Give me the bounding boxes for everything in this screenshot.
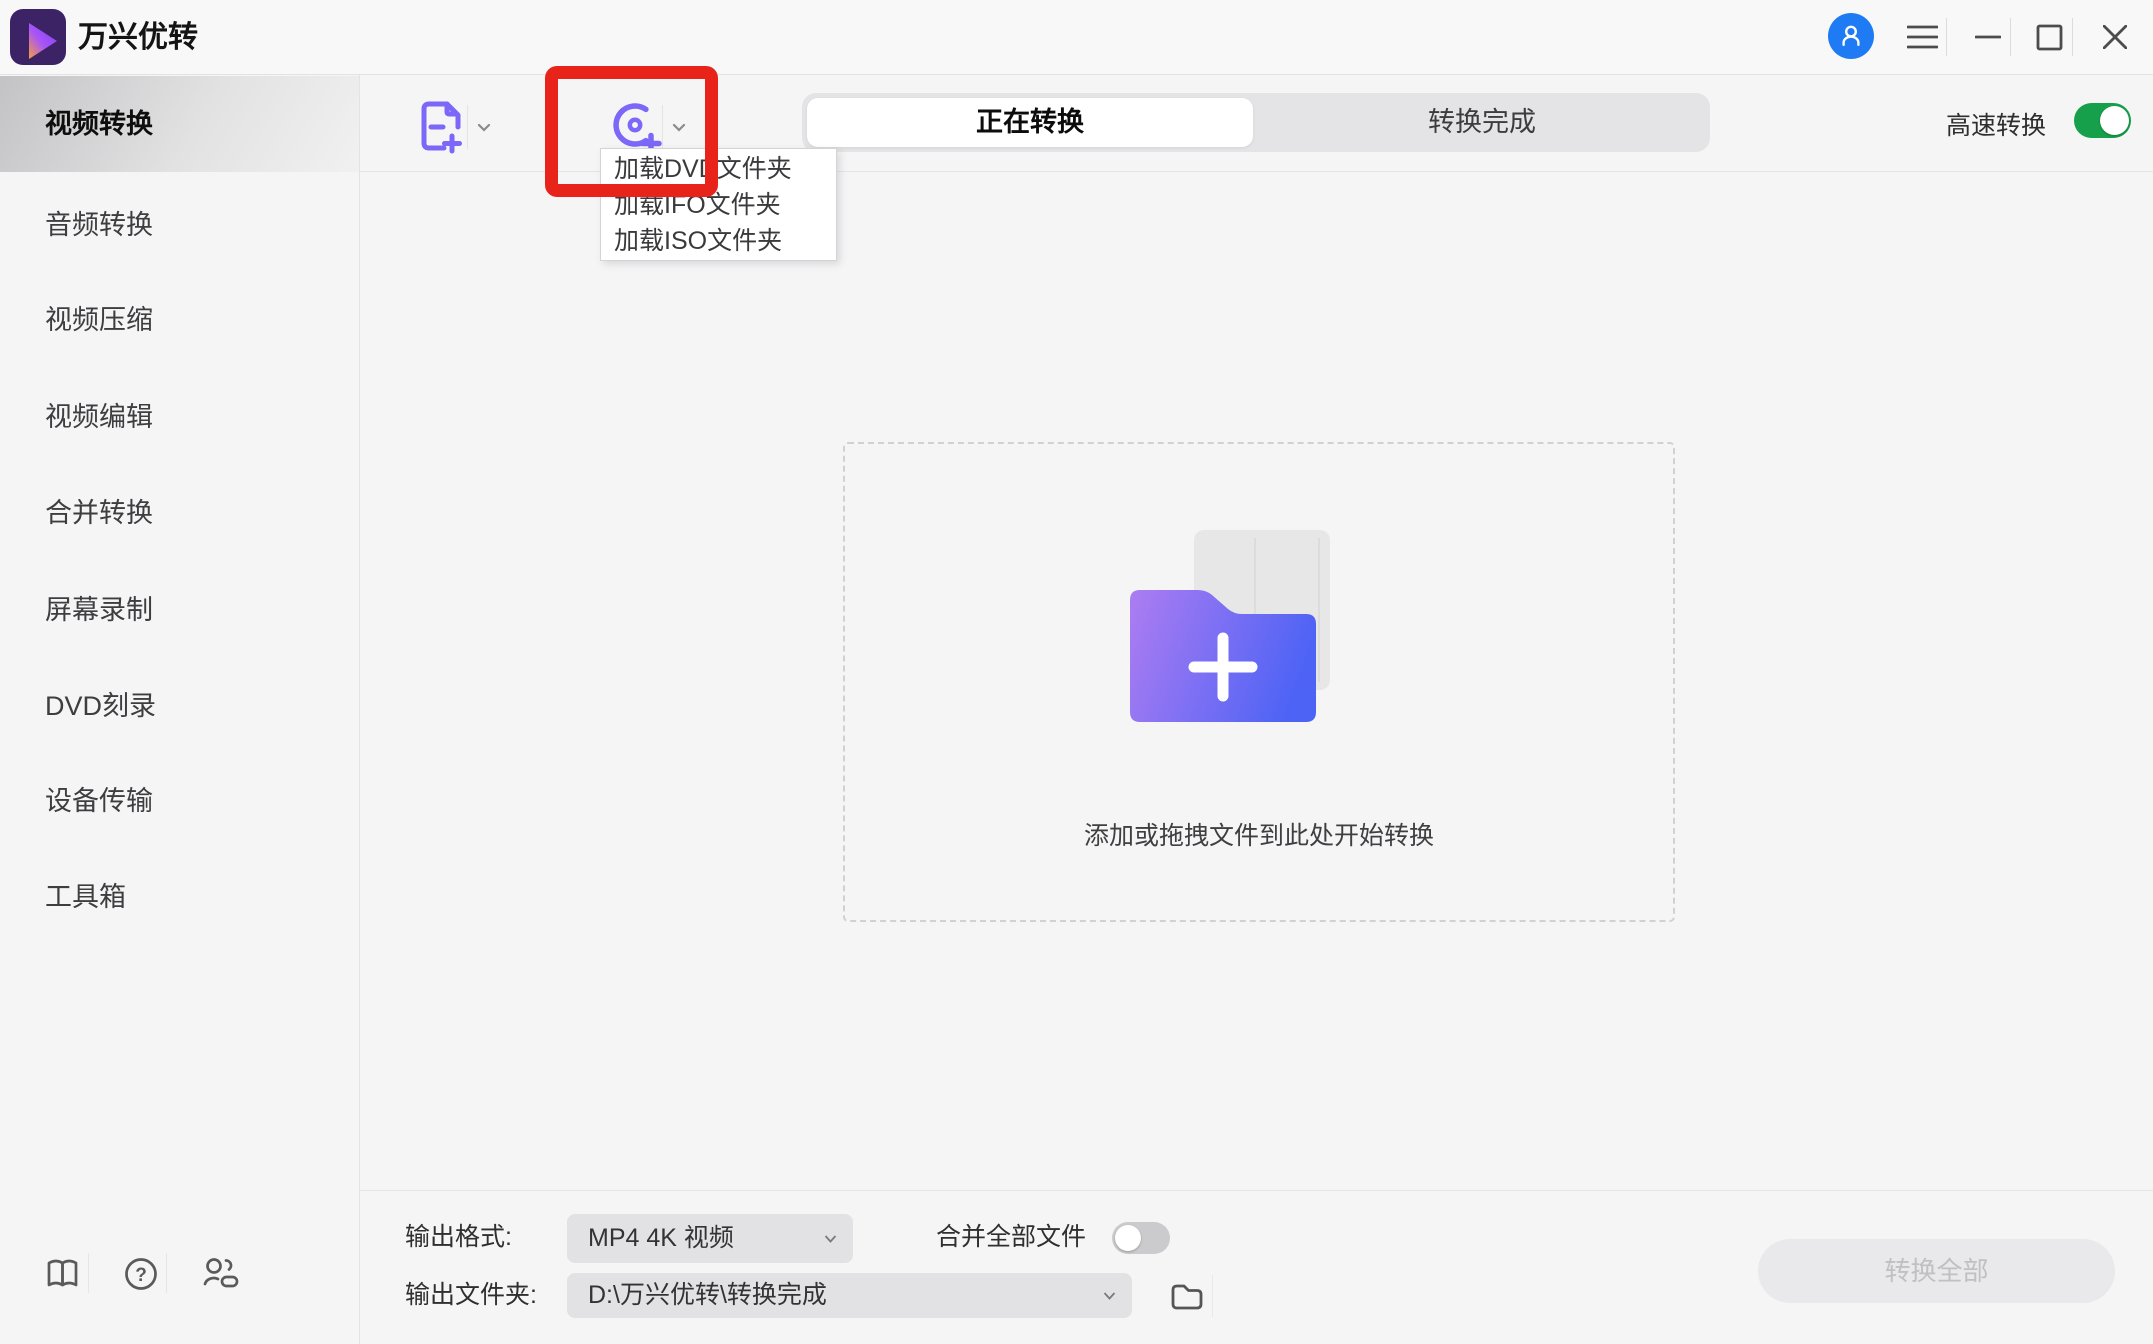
sidebar-item-screen-record[interactable]: 屏幕录制 [0, 588, 359, 632]
sidebar-item-device-transfer[interactable]: 设备传输 [0, 779, 359, 823]
menu-item-load-ifo-folder[interactable]: 加载IFO文件夹 [601, 187, 836, 223]
load-dvd-dropdown-menu: 加载DVD文件夹 加载IFO文件夹 加载ISO文件夹 [600, 148, 837, 261]
menu-item-load-dvd-folder[interactable]: 加载DVD文件夹 [601, 151, 836, 187]
sidebar-item-video-convert[interactable]: 视频转换 [0, 76, 359, 172]
footer-separator [88, 1253, 89, 1293]
close-button[interactable] [2093, 14, 2137, 60]
footer-separator [166, 1253, 167, 1293]
output-folder-label: 输出文件夹: [405, 1275, 537, 1311]
output-format-select[interactable]: MP4 4K 视频 [567, 1214, 853, 1263]
sidebar-item-video-compress[interactable]: 视频压缩 [0, 298, 359, 342]
button-separator [662, 105, 663, 149]
community-icon[interactable] [202, 1257, 240, 1296]
user-guide-book-icon[interactable] [46, 1257, 79, 1294]
merge-all-toggle[interactable] [1112, 1222, 1170, 1254]
add-file-icon[interactable] [415, 98, 465, 159]
titlebar-separator [2010, 18, 2011, 56]
titlebar-separator [2072, 18, 2073, 56]
merge-all-label: 合并全部文件 [936, 1217, 1086, 1253]
file-drop-zone[interactable]: 添加或拖拽文件到此处开始转换 [843, 442, 1675, 922]
panel-separator [1212, 1275, 1213, 1317]
account-avatar-icon[interactable] [1828, 13, 1874, 59]
sidebar-item-label: 视频转换 [45, 76, 153, 172]
sidebar-item-merge-convert[interactable]: 合并转换 [0, 491, 359, 535]
output-format-label: 输出格式: [405, 1217, 512, 1253]
svg-text:?: ? [135, 1265, 147, 1286]
maximize-button[interactable] [2027, 14, 2071, 60]
minimize-button[interactable] [1966, 14, 2010, 60]
tab-converting[interactable]: 正在转换 [807, 98, 1253, 147]
button-separator [467, 105, 468, 149]
title-bar: 万兴优转 [0, 0, 2153, 75]
toggle-knob [1115, 1225, 1141, 1251]
output-settings-panel: 输出格式: MP4 4K 视频 合并全部文件 输出文件夹: D:\万兴优转\转换… [360, 1190, 2153, 1344]
output-folder-select[interactable]: D:\万兴优转\转换完成 [567, 1273, 1132, 1318]
menu-icon[interactable] [1900, 14, 1944, 60]
sidebar: 视频转换 音频转换 视频压缩 视频编辑 合并转换 屏幕录制 DVD刻录 设备传输… [0, 75, 360, 1344]
tab-converted[interactable]: 转换完成 [1254, 93, 1710, 152]
sidebar-item-dvd-burn[interactable]: DVD刻录 [0, 684, 359, 728]
output-format-value: MP4 4K 视频 [588, 1214, 734, 1263]
convert-all-button[interactable]: 转换全部 [1758, 1239, 2115, 1303]
menu-item-load-iso-folder[interactable]: 加载ISO文件夹 [601, 223, 836, 259]
load-dvd-chevron-down-icon[interactable] [672, 119, 686, 137]
titlebar-separator [1946, 18, 1947, 56]
sidebar-item-toolbox[interactable]: 工具箱 [0, 875, 359, 919]
app-title: 万兴优转 [78, 0, 198, 75]
fast-convert-label: 高速转换 [1946, 106, 2046, 142]
toggle-knob [2100, 106, 2129, 135]
sidebar-item-video-edit[interactable]: 视频编辑 [0, 395, 359, 439]
output-folder-value: D:\万兴优转\转换完成 [588, 1273, 827, 1318]
dropzone-hint-text: 添加或拖拽文件到此处开始转换 [845, 816, 1673, 852]
help-icon[interactable]: ? [124, 1257, 158, 1296]
add-file-chevron-down-icon[interactable] [477, 119, 491, 137]
sidebar-item-audio-convert[interactable]: 音频转换 [0, 203, 359, 247]
tab-group: 正在转换 转换完成 [802, 93, 1710, 152]
app-window: 万兴优转 视频转换 音频转换 视频压缩 视频编辑 合并转换 [0, 0, 2153, 1344]
browse-folder-icon[interactable] [1170, 1281, 1204, 1316]
add-folder-icon [1130, 582, 1316, 727]
fast-convert-toggle[interactable] [2074, 103, 2131, 138]
app-logo-icon [10, 9, 66, 65]
